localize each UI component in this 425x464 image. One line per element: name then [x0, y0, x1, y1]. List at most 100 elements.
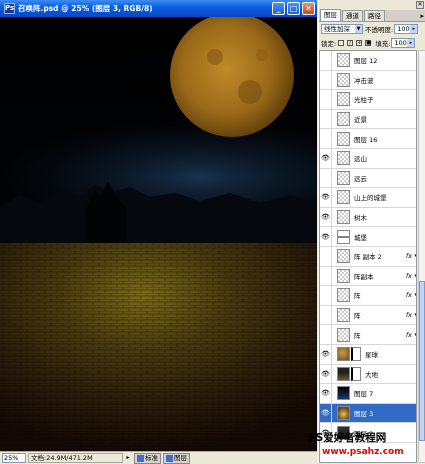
visibility-eye-icon[interactable]: [320, 89, 332, 109]
document-size-info[interactable]: 文档:24.9M/471.2M: [28, 453, 123, 463]
layer-row[interactable]: 👁 树木: [320, 207, 416, 228]
layer-thumbnail[interactable]: [337, 72, 350, 87]
layer-thumbnail[interactable]: [337, 131, 350, 146]
visibility-eye-icon[interactable]: 👁: [320, 207, 332, 227]
layer-effects-icon[interactable]: fx: [406, 252, 412, 260]
brick-texture: [0, 243, 317, 451]
maximize-button[interactable]: □: [287, 2, 300, 15]
photoshop-app-icon: Ps: [4, 3, 15, 14]
layer-thumbnail[interactable]: [337, 92, 350, 107]
layer-effects-icon[interactable]: fx: [406, 331, 412, 339]
visibility-eye-icon[interactable]: [320, 168, 332, 188]
document-titlebar[interactable]: Ps 召唤阵.psd @ 25% (图层 3, RGB/8) _ □ ✕: [0, 0, 317, 17]
layer-effects-icon[interactable]: fx: [406, 291, 412, 299]
visibility-eye-icon[interactable]: [320, 285, 332, 305]
visibility-eye-icon[interactable]: [320, 325, 332, 345]
layer-row[interactable]: 光柱子: [320, 89, 416, 110]
lock-move-icon[interactable]: +: [356, 40, 363, 46]
layer-row[interactable]: 👁 图层 3: [320, 403, 416, 424]
fill-field[interactable]: 100% ▸: [391, 38, 416, 48]
blend-mode-select[interactable]: 线性加深 ▼: [321, 24, 363, 34]
layer-name: 图层 7: [354, 390, 374, 399]
layer-thumbnail[interactable]: [337, 210, 350, 225]
taskbar-item-standard[interactable]: 标准: [134, 452, 161, 464]
layer-mask-thumbnail[interactable]: [351, 347, 361, 362]
layer-effects-icon[interactable]: fx: [406, 272, 412, 280]
panel-menu-icon[interactable]: ▸: [420, 11, 424, 21]
visibility-eye-icon[interactable]: 👁: [320, 403, 332, 423]
layers-scrollbar[interactable]: [418, 50, 425, 463]
visibility-eye-icon[interactable]: [320, 129, 332, 149]
lock-all-icon[interactable]: ■: [365, 40, 372, 46]
document-canvas[interactable]: [0, 17, 317, 451]
layers-list: 图层 12 冲击波 光柱子 近景 图层 16 👁 远山 远云 👁 山上的城堡 👁 树木 👁 城堡阵 副本 …: [319, 50, 417, 463]
layer-row[interactable]: 👁 山上的城堡: [320, 187, 416, 208]
layer-row[interactable]: 图层 16: [320, 129, 416, 149]
layer-thumbnail[interactable]: [337, 268, 350, 283]
visibility-eye-icon[interactable]: 👁: [320, 383, 332, 403]
expand-effects-icon[interactable]: ▾: [414, 253, 416, 259]
layer-thumbnail[interactable]: [337, 151, 350, 166]
layer-thumbnail[interactable]: [337, 112, 350, 127]
expand-effects-icon[interactable]: ▾: [414, 312, 416, 318]
status-menu-arrow-icon[interactable]: ▸: [124, 453, 132, 463]
taskbar-item-layers[interactable]: 图层: [163, 452, 190, 464]
layer-thumbnail[interactable]: [337, 288, 350, 303]
layer-thumbnail[interactable]: [337, 190, 350, 205]
visibility-eye-icon[interactable]: 👁: [320, 364, 332, 384]
layer-effects-icon[interactable]: fx: [406, 311, 412, 319]
visibility-eye-icon[interactable]: [320, 70, 332, 90]
layer-thumbnail[interactable]: [337, 406, 350, 421]
expand-effects-icon[interactable]: ▾: [414, 273, 416, 279]
layer-thumbnail[interactable]: [337, 347, 350, 362]
panel-close-button[interactable]: ✕: [416, 1, 424, 9]
opacity-field[interactable]: 100% ▸: [394, 24, 419, 34]
layer-thumbnail[interactable]: [337, 327, 350, 342]
visibility-eye-icon[interactable]: [320, 109, 332, 129]
layer-thumbnail[interactable]: [337, 229, 350, 244]
lock-brush-icon[interactable]: /: [347, 40, 354, 46]
close-button[interactable]: ✕: [302, 2, 315, 15]
layer-row[interactable]: 👁 星球: [320, 344, 416, 365]
layer-row[interactable]: 👁 图层 7: [320, 383, 416, 404]
layer-row[interactable]: 冲击波: [320, 70, 416, 91]
visibility-eye-icon[interactable]: 👁: [320, 187, 332, 207]
layer-row[interactable]: 👁 大地: [320, 364, 416, 385]
layer-thumbnail[interactable]: [337, 308, 350, 323]
layer-thumbnail[interactable]: [337, 366, 350, 381]
visibility-eye-icon[interactable]: [320, 266, 332, 286]
layer-thumbnail[interactable]: [337, 53, 350, 68]
layer-row[interactable]: 阵 fx ▾: [320, 325, 416, 345]
layer-row[interactable]: 阵 副本 2 fx ▾: [320, 246, 416, 267]
visibility-eye-icon[interactable]: 👁: [320, 227, 332, 247]
layer-thumbnail[interactable]: [337, 386, 350, 401]
visibility-eye-icon[interactable]: 👁: [320, 148, 332, 168]
visibility-eye-icon[interactable]: 👁: [320, 344, 332, 364]
minimize-button[interactable]: _: [272, 2, 285, 15]
tab-layers[interactable]: 图层: [320, 9, 341, 21]
layer-row[interactable]: 阵副本 fx ▾: [320, 266, 416, 287]
expand-effects-icon[interactable]: ▾: [414, 332, 416, 338]
lock-transparency-icon[interactable]: [338, 40, 345, 46]
panel-tabs: 图层 通道 路径 ▸: [319, 9, 425, 22]
scrollbar-thumb[interactable]: [419, 281, 425, 441]
watermark-url: www.psahz.com: [322, 447, 404, 457]
tab-paths[interactable]: 路径: [364, 10, 385, 21]
layer-name: 大地: [365, 370, 378, 379]
layer-row[interactable]: 远云: [320, 168, 416, 189]
layer-row[interactable]: 图层 12: [320, 51, 416, 71]
layer-mask-thumbnail[interactable]: [351, 366, 361, 381]
visibility-eye-icon[interactable]: [320, 246, 332, 266]
layer-row[interactable]: 阵 fx ▾: [320, 305, 416, 326]
layer-thumbnail[interactable]: [337, 249, 350, 264]
visibility-eye-icon[interactable]: [320, 51, 332, 70]
layer-row[interactable]: 👁 城堡: [320, 227, 416, 247]
layer-row[interactable]: 👁 远山: [320, 148, 416, 169]
expand-effects-icon[interactable]: ▾: [414, 292, 416, 298]
layer-row[interactable]: 近景: [320, 109, 416, 130]
layer-row[interactable]: 阵 fx ▾: [320, 285, 416, 306]
zoom-field[interactable]: 25%: [2, 453, 26, 463]
tab-channels[interactable]: 通道: [342, 10, 363, 21]
visibility-eye-icon[interactable]: [320, 305, 332, 325]
layer-thumbnail[interactable]: [337, 170, 350, 185]
